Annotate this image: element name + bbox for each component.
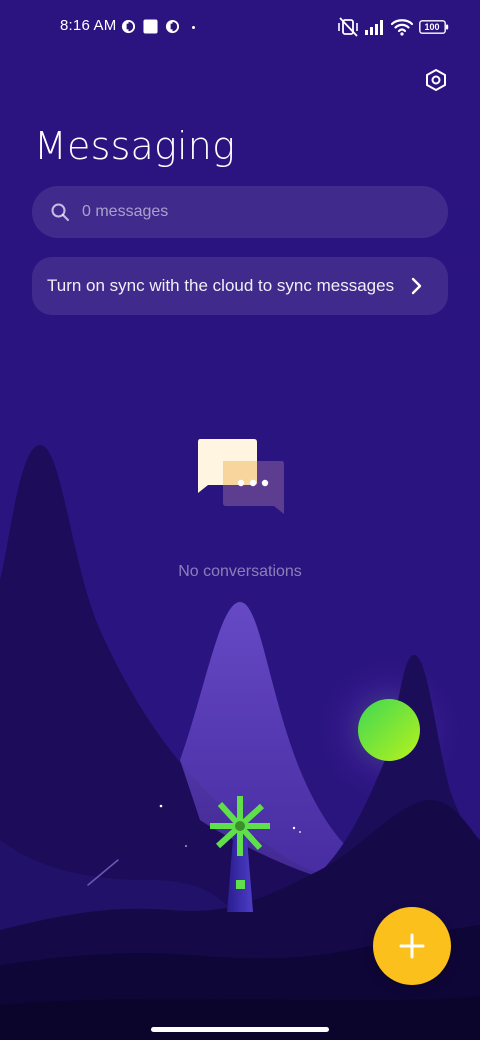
settings-button[interactable] <box>420 64 452 96</box>
signal-icon <box>365 20 383 35</box>
search-input[interactable] <box>82 203 448 221</box>
data-saver-icon <box>165 19 180 34</box>
plus-icon <box>399 933 425 959</box>
sync-banner[interactable]: Turn on sync with the cloud to sync mess… <box>32 257 448 315</box>
sync-banner-text: Turn on sync with the cloud to sync mess… <box>47 276 395 295</box>
star <box>159 804 163 808</box>
data-saver-icon <box>121 19 136 34</box>
chevron-right-icon <box>411 277 422 295</box>
search-icon <box>50 202 70 222</box>
messaging-screen: 8:16 AM 100 Messaging 0 messages Turn on… <box>0 0 480 1040</box>
status-bar: 8:16 AM 100 <box>0 0 480 56</box>
app-notification-icon <box>143 19 158 34</box>
star <box>185 845 187 847</box>
star <box>292 826 296 830</box>
battery-level: 100 <box>424 22 440 32</box>
home-indicator[interactable] <box>151 1027 329 1032</box>
status-time: 8:16 AM <box>60 17 117 34</box>
vibrate-off-icon <box>338 17 358 37</box>
new-conversation-button[interactable] <box>373 907 451 985</box>
windmill-window <box>236 880 245 889</box>
star <box>299 831 301 833</box>
settings-hexagon-icon <box>426 69 446 91</box>
search-bar[interactable] <box>32 186 448 238</box>
empty-state-message: No conversations <box>178 563 302 580</box>
windmill-hub <box>235 821 245 831</box>
moon <box>358 699 420 761</box>
wifi-icon <box>391 19 413 36</box>
more-notifications-dot <box>192 26 195 29</box>
sync-banner-text-container: Turn on sync with the cloud to sync mess… <box>32 257 396 315</box>
bottom-ground <box>0 996 480 1040</box>
chat-bubbles-icon <box>198 439 284 514</box>
page-title: Messaging <box>34 124 236 168</box>
battery-icon: 100 <box>419 20 449 34</box>
